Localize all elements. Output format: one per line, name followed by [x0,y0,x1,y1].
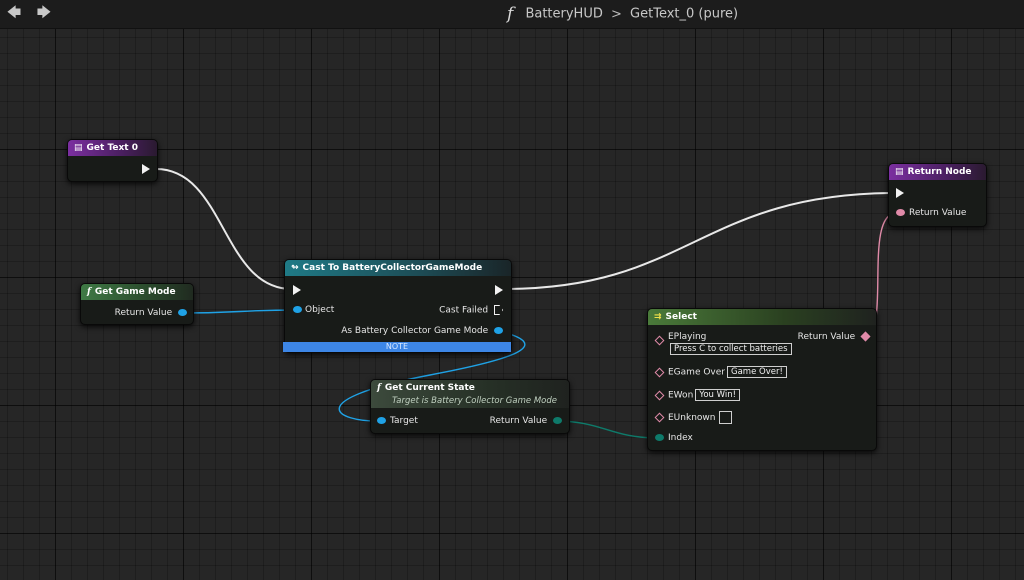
get-current-state-return-pin[interactable]: Return Value [490,416,562,426]
exec-hollow-pin-icon [494,305,503,315]
pin-label: Return Value [797,332,856,342]
byte-pin-icon [553,417,562,424]
cast-title: Cast To BatteryCollectorGameMode [302,263,483,273]
text-value-box[interactable]: Game Over! [727,366,787,378]
select-option-egameover[interactable]: EGame Over Game Over! [654,366,787,378]
object-pin-icon [293,306,302,313]
select-node[interactable]: ⇉ Select EPlaying Press C to collect batt… [647,308,877,451]
object-wire-gamemode-cast [182,309,298,314]
get-game-mode-title: Get Game Mode [94,287,176,297]
get-current-state-header: f Get Current State Target is Battery Col… [371,380,569,408]
function-result-icon: ▤ [895,167,904,177]
return-node-exec-in[interactable] [896,188,904,199]
pin-label: As Battery Collector Game Mode [341,326,489,336]
text-pin-icon [654,390,665,400]
return-node-header: ▤ Return Node [889,164,986,180]
select-return-pin[interactable]: Return Value [797,331,871,342]
cast-exec-in[interactable] [293,285,301,296]
pin-label: Return Value [114,308,173,318]
pin-label: Target [390,416,418,426]
select-option-ewon[interactable]: EWon You Win! [654,389,741,401]
function-entry-icon: ▤ [74,143,83,153]
text-pin-icon [654,367,665,377]
note-bar[interactable]: NOTE [283,342,511,352]
exec-pin-icon [293,285,301,295]
get-text-title: Get Text 0 [86,143,138,153]
cast-failed-pin[interactable]: Cast Failed [439,305,503,316]
text-value-box[interactable]: You Win! [695,389,741,401]
get-current-state-title: Get Current State [384,383,475,393]
return-node-return-pin[interactable]: Return Value [896,208,966,218]
get-game-mode-header: f Get Game Mode [81,284,193,300]
return-node-title: Return Node [907,167,972,177]
option-label: EUnknown [668,413,716,423]
pin-label: Return Value [489,416,548,426]
option-label: EPlaying [668,332,707,342]
exec-pin-icon [495,285,503,295]
return-node[interactable]: ▤ Return Node Return Value [888,163,987,227]
cast-icon: ↬ [291,263,299,273]
get-current-state-subtitle: Target is Battery Collector Game Mode [392,396,557,406]
text-pin-icon [654,412,665,423]
empty-text-box[interactable] [719,411,733,424]
text-pin-icon [860,331,871,342]
cast-header: ↬ Cast To BatteryCollectorGameMode [285,260,511,276]
exec-pin-icon [896,188,904,198]
exec-pin-icon [142,164,150,174]
select-option-eunknown[interactable]: EUnknown [654,411,733,424]
get-current-state-target-pin[interactable]: Target [377,416,418,426]
get-game-mode-node[interactable]: f Get Game Mode Return Value [80,283,194,325]
function-icon: f [87,287,91,297]
byte-pin-icon [655,434,664,441]
option-label: EGame Over [668,367,725,378]
select-header: ⇉ Select [648,309,876,325]
function-icon: f [377,383,381,393]
pin-label: Cast Failed [439,305,489,316]
object-pin-icon [377,417,386,424]
object-pin-icon [494,327,503,334]
option-label: EWon [668,390,694,401]
cast-node[interactable]: ↬ Cast To BatteryCollectorGameMode Object… [284,259,512,353]
exec-wire-cast-return [503,192,898,290]
exec-wire-gettext-cast [155,168,293,290]
cast-exec-out[interactable] [495,285,503,296]
select-index-pin[interactable]: Index [655,433,693,443]
text-value-box[interactable]: Press C to collect batteries [670,343,792,355]
select-icon: ⇉ [654,312,662,322]
select-option-eplaying[interactable]: EPlaying [654,332,707,346]
select-option-eplaying-value[interactable]: Press C to collect batteries [670,343,792,355]
pin-label: Index [668,433,693,443]
get-current-state-node[interactable]: f Get Current State Target is Battery Col… [370,379,570,434]
pin-label: Return Value [909,208,967,218]
get-text-header: ▤ Get Text 0 [68,140,157,156]
cast-as-pin[interactable]: As Battery Collector Game Mode [341,326,503,336]
select-title: Select [665,312,697,322]
text-pin-icon [896,209,905,216]
text-pin-icon [654,335,665,346]
pin-label: Object [305,305,335,315]
get-game-mode-return-pin[interactable]: Return Value [115,308,187,318]
get-text-node[interactable]: ▤ Get Text 0 [67,139,158,182]
object-pin-icon [178,309,187,316]
get-text-exec-out[interactable] [142,164,150,175]
cast-object-pin[interactable]: Object [293,305,334,315]
